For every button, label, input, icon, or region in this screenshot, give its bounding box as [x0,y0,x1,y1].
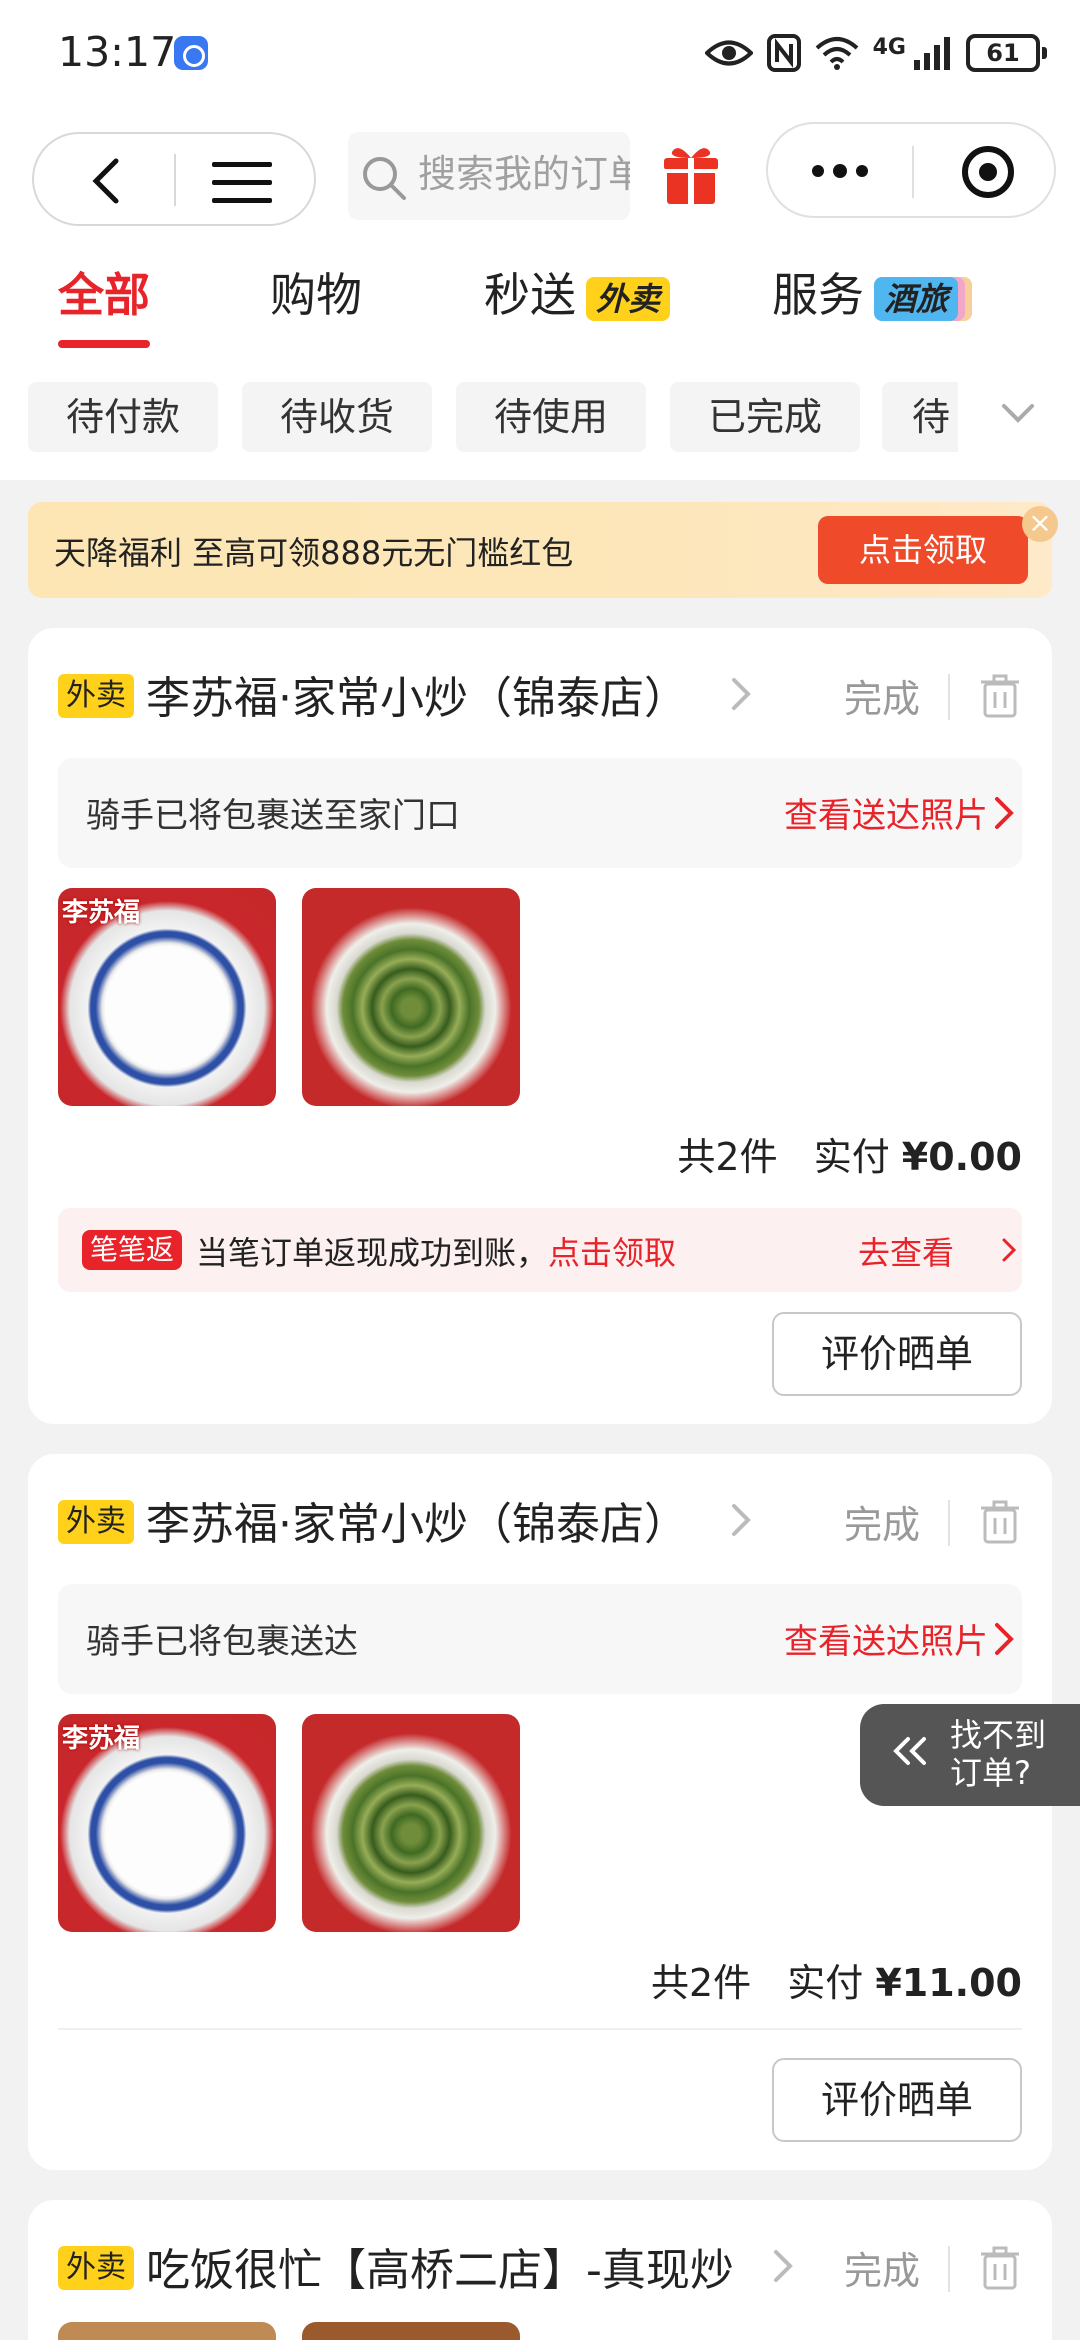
chevron-right-icon[interactable] [772,2248,794,2288]
chevron-right-icon[interactable] [1002,1238,1017,1266]
nfc-icon [766,34,801,72]
filter-pending-payment[interactable]: 待付款 [28,382,218,452]
divider [58,2028,1022,2030]
paid-amount: ¥11.00 [875,1961,1022,2005]
wifi-icon [815,37,858,70]
tab-all[interactable]: 全部 [58,266,150,336]
search-input[interactable] [418,144,630,204]
chevron-right-icon[interactable] [994,1622,1014,1660]
chevron-right-icon[interactable] [730,1502,752,1542]
product-thumbnail-rice[interactable]: 李苏福 [58,1714,276,1932]
delivery-text: 骑手已将包裹送至家门口 [86,796,460,836]
status-filters: 待付款 待收货 待使用 已完成 待 [0,364,1080,480]
close-miniprogram-icon[interactable] [960,144,1016,204]
promo-text: 天降福利 至高可领888元无门槛红包 [54,534,574,572]
menu-icon[interactable] [212,160,272,208]
thumb-logo: 李苏福 [62,1724,141,1754]
order-status: 完成 [844,1503,921,1547]
nav-capsule-right [766,122,1056,218]
view-delivery-photo-link[interactable]: 查看送达照片 [784,788,988,837]
nav-capsule-left [32,132,316,226]
filter-pending-use[interactable]: 待使用 [456,382,646,452]
filter-completed[interactable]: 已完成 [670,382,860,452]
back-icon[interactable] [90,158,120,208]
order-card[interactable]: 外卖 李苏福·家常小炒（锦泰店） 完成 骑手已将包裹送至家门口 查看送达照片 李… [28,628,1052,1424]
chevron-down-icon[interactable] [1000,402,1036,428]
product-thumbnail[interactable] [302,2322,520,2340]
cashback-tag: 笔笔返 [82,1230,183,1270]
active-tab-indicator [58,340,150,348]
trash-icon[interactable] [980,1498,1020,1548]
delivery-info: 骑手已将包裹送至家门口 查看送达照片 [58,758,1022,868]
search-box[interactable] [348,132,630,220]
status-bar: 13:17 4G 61 [0,0,1080,108]
tab-services[interactable]: 服务 酒旅 [772,266,959,336]
capsule-divider [912,146,914,198]
order-totals: 共2件 实付 ¥11.00 [651,1952,1022,2007]
product-thumbnail-greens[interactable] [302,888,520,1106]
tab-shopping[interactable]: 购物 [270,266,362,336]
takeout-tag: 外卖 [58,2246,134,2290]
promo-banner: 天降福利 至高可领888元无门槛红包 点击领取 × [28,502,1058,598]
item-count: 共2件 [650,1961,752,2005]
takeout-badge: 外卖 [586,276,671,321]
cashback-claim-link[interactable]: 点击领取 [548,1234,676,1272]
battery-icon: 61 [966,34,1047,72]
cashback-banner[interactable]: 笔笔返 当笔订单返现成功到账，点击领取 去查看 [58,1208,1022,1292]
shop-name[interactable]: 吃饭很忙【高桥二店】-真现炒 [146,2234,734,2298]
order-status: 完成 [844,677,921,721]
product-thumbnail-greens[interactable] [302,1714,520,1932]
status-icons: 4G 61 [704,30,1047,76]
divider [948,2246,950,2292]
trash-icon[interactable] [980,2244,1020,2294]
cant-find-order-label: 找不到订单? [950,1716,1047,1792]
review-button[interactable]: 评价晒单 [772,2058,1022,2142]
shop-name[interactable]: 李苏福·家常小炒（锦泰店） [146,662,688,726]
double-chevron-left-icon [892,1736,928,1770]
travel-badge: 酒旅 [874,276,959,321]
delivery-info: 骑手已将包裹送达 查看送达照片 [58,1584,1022,1694]
order-card[interactable]: 外卖 吃饭很忙【高桥二店】-真现炒 完成 [28,2200,1052,2340]
order-tabs: 全部 购物 秒送 外卖 服务 酒旅 [0,236,1080,364]
cashback-view-link[interactable]: 去查看 [858,1228,954,1274]
capsule-divider [174,154,176,206]
thumb-logo: 李苏福 [62,898,141,928]
cant-find-order-button[interactable]: 找不到订单? [860,1704,1080,1806]
promo-claim-button[interactable]: 点击领取 [818,516,1028,584]
trash-icon[interactable] [980,672,1020,722]
takeout-tag: 外卖 [58,674,134,718]
product-thumbnail[interactable] [58,2322,276,2340]
delivery-text: 骑手已将包裹送达 [86,1622,358,1662]
order-status: 完成 [844,2249,921,2293]
divider [948,674,950,720]
more-icon[interactable] [810,162,870,184]
gift-icon[interactable] [648,132,734,218]
review-button[interactable]: 评价晒单 [772,1312,1022,1396]
tab-instant-delivery[interactable]: 秒送 外卖 [484,266,671,336]
paid-amount: ¥0.00 [901,1135,1022,1179]
divider [948,1500,950,1546]
network-type: 4G [872,34,906,60]
order-card[interactable]: 外卖 李苏福·家常小炒（锦泰店） 完成 骑手已将包裹送达 查看送达照片 李苏福 … [28,1454,1052,2170]
item-count: 共2件 [677,1135,778,1179]
shop-name[interactable]: 李苏福·家常小炒（锦泰店） [146,1488,688,1552]
paid-label: 实付 [813,1135,890,1179]
filter-pending-receipt[interactable]: 待收货 [242,382,432,452]
search-icon [360,154,408,206]
order-totals: 共2件 实付 ¥0.00 [677,1126,1022,1181]
chevron-right-icon[interactable] [730,676,752,716]
close-icon[interactable]: × [1022,506,1058,542]
view-delivery-photo-link[interactable]: 查看送达照片 [784,1614,988,1663]
signal-icon [914,37,950,70]
status-time: 13:17 [58,28,177,76]
product-thumbnail-rice[interactable]: 李苏福 [58,888,276,1106]
cashback-text: 当笔订单返现成功到账，点击领取 [196,1234,677,1272]
app-notification-icon [174,36,208,70]
chevron-right-icon[interactable] [994,796,1014,834]
eye-icon [704,40,753,66]
nav-bar [0,108,1080,236]
takeout-tag: 外卖 [58,1500,134,1544]
paid-label: 实付 [787,1961,864,2005]
